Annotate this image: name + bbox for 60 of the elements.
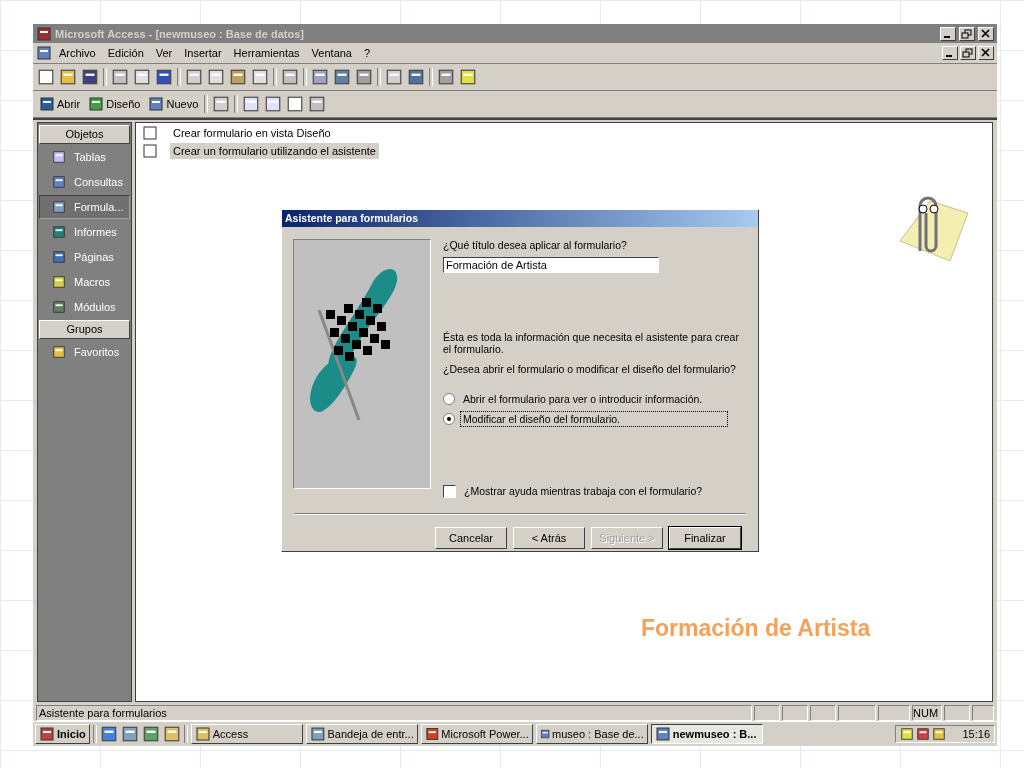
menu-item[interactable]: Archivo xyxy=(54,45,101,61)
taskbar-task[interactable]: Access xyxy=(190,724,303,744)
sidebar-item[interactable]: Tablas xyxy=(39,145,130,169)
status-pane xyxy=(972,705,994,721)
status-pane xyxy=(810,705,836,721)
radio-label[interactable]: Modificar el diseño del formulario. xyxy=(460,411,728,427)
menu-item[interactable]: Ventana xyxy=(306,45,357,61)
info-text: Ésta es toda la información que necesita el asistente para crear el formulario. xyxy=(443,331,740,355)
toolbar-button[interactable]: Diseño xyxy=(86,96,143,112)
status-text: Asistente para formularios xyxy=(36,705,752,721)
clock: 15:16 xyxy=(962,728,990,740)
question-label: ¿Desea abrir el formulario o modificar el diseño del formulario? xyxy=(443,363,737,375)
checkbox[interactable] xyxy=(443,484,456,498)
minimize-button[interactable] xyxy=(940,26,956,41)
checkbox-label[interactable]: ¿Mostrar ayuda mientras trabaja con el formulario? xyxy=(461,483,706,499)
status-pane xyxy=(754,705,780,721)
menu-item[interactable]: Insertar xyxy=(179,45,227,61)
status-pane xyxy=(878,705,910,721)
question-label: ¿Qué título desea aplicar al formulario? xyxy=(443,239,628,251)
dialog-button[interactable]: < Atrás xyxy=(513,527,585,549)
sidebar-item[interactable]: Informes xyxy=(39,220,130,244)
taskbar-task[interactable]: museo : Base de... xyxy=(535,724,648,744)
sidebar-item[interactable]: Favoritos xyxy=(39,340,130,364)
sidebar-item[interactable]: Consultas xyxy=(39,170,130,194)
list-item[interactable]: Crear un formulario utilizando el asistente xyxy=(170,143,379,159)
restore-button[interactable] xyxy=(959,26,975,41)
dialog-title: Asistente para formularios xyxy=(282,210,758,227)
groups-header[interactable]: Grupos xyxy=(39,320,130,339)
sidebar-item[interactable]: Páginas xyxy=(39,245,130,269)
num-lock-indicator: NUM xyxy=(912,705,942,721)
taskbar-task[interactable]: Microsoft Power... xyxy=(420,724,533,744)
radio-button[interactable] xyxy=(443,393,455,405)
sidebar-item[interactable]: Módulos xyxy=(39,295,130,319)
sidebar-item[interactable]: Formula... xyxy=(39,195,130,219)
start-button[interactable]: Inicio xyxy=(35,724,90,744)
radio-button[interactable] xyxy=(443,413,455,425)
form-title-field[interactable]: Formación de Artista xyxy=(443,257,659,273)
sidebar-item[interactable]: Macros xyxy=(39,270,130,294)
dialog-button[interactable]: Cancelar xyxy=(435,527,507,549)
list-item[interactable]: Crear formulario en vista Diseño xyxy=(170,125,334,141)
restore-button[interactable] xyxy=(960,46,976,60)
status-pane xyxy=(838,705,876,721)
menu-item[interactable]: Ver xyxy=(150,45,178,61)
dialog-button[interactable]: Finalizar xyxy=(669,527,741,549)
close-button[interactable] xyxy=(978,26,994,41)
radio-label[interactable]: Abrir el formulario para ver o introducir información. xyxy=(460,391,706,407)
minimize-button[interactable] xyxy=(942,46,958,60)
toolbar-button[interactable]: Nuevo xyxy=(146,96,201,112)
menu-item[interactable]: Edición xyxy=(102,45,149,61)
window-title: Microsoft Access - [newmuseo : Base de datos] xyxy=(55,27,305,40)
taskbar-task[interactable]: Bandeja de entr... xyxy=(305,724,418,744)
slide-caption: Formación de Artista xyxy=(641,615,871,642)
taskbar-task[interactable]: newmuseo : B... xyxy=(650,724,763,744)
menu-item[interactable]: ? xyxy=(359,45,376,61)
toolbar-button[interactable]: Abrir xyxy=(37,96,83,112)
close-button[interactable] xyxy=(978,46,994,60)
objects-header[interactable]: Objetos xyxy=(39,125,130,144)
status-pane xyxy=(782,705,808,721)
menu-item[interactable]: Herramientas xyxy=(228,45,305,61)
status-pane xyxy=(944,705,970,721)
